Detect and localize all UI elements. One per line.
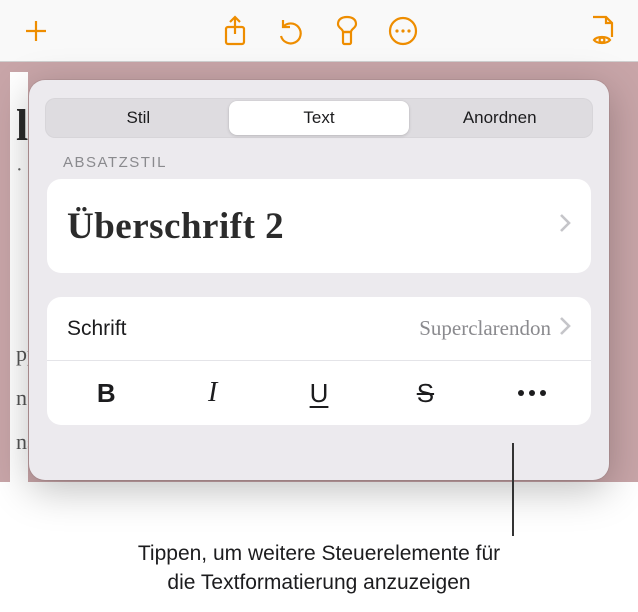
chevron-right-icon xyxy=(559,213,571,239)
popover-arrow xyxy=(398,80,422,82)
font-value: Superclarendon xyxy=(419,316,551,341)
format-tabs: Stil Text Anordnen xyxy=(45,98,593,138)
paragraph-style-card: Überschrift 2 xyxy=(47,179,591,273)
font-card: Schrift Superclarendon B I U S xyxy=(47,297,591,425)
callout-leader-line xyxy=(512,443,514,536)
document-dots: ··· xyxy=(16,159,22,182)
more-button[interactable] xyxy=(375,3,431,59)
document-view-button[interactable] xyxy=(574,3,630,59)
tab-text[interactable]: Text xyxy=(229,101,410,135)
share-button[interactable] xyxy=(207,3,263,59)
callout-caption: Tippen, um weitere Steuerelemente für di… xyxy=(0,539,638,597)
paragraph-style-row[interactable]: Überschrift 2 xyxy=(47,179,591,273)
italic-button[interactable]: I xyxy=(159,361,265,425)
format-button[interactable] xyxy=(319,3,375,59)
top-toolbar xyxy=(0,0,638,62)
document-body-fragment: pp n y ns xyxy=(16,332,28,464)
document-page: lo ··· pp n y ns xyxy=(10,72,28,492)
strikethrough-button[interactable]: S xyxy=(372,361,478,425)
font-label: Schrift xyxy=(67,317,419,341)
tab-style[interactable]: Stil xyxy=(48,101,229,135)
tab-arrange[interactable]: Anordnen xyxy=(409,101,590,135)
font-row[interactable]: Schrift Superclarendon xyxy=(47,297,591,361)
add-button[interactable] xyxy=(8,3,64,59)
ellipsis-icon xyxy=(518,390,546,396)
chevron-right-icon xyxy=(559,316,571,342)
document-heading-fragment: lo xyxy=(16,100,22,151)
undo-button[interactable] xyxy=(263,3,319,59)
more-text-options-button[interactable] xyxy=(479,361,585,425)
underline-button[interactable]: U xyxy=(266,361,372,425)
paragraph-style-value: Überschrift 2 xyxy=(67,205,551,248)
paragraph-style-label: ABSATZSTIL xyxy=(63,154,575,171)
text-style-row: B I U S xyxy=(47,361,591,425)
bold-button[interactable]: B xyxy=(53,361,159,425)
format-popover: Stil Text Anordnen ABSATZSTIL Überschrif… xyxy=(29,62,609,480)
